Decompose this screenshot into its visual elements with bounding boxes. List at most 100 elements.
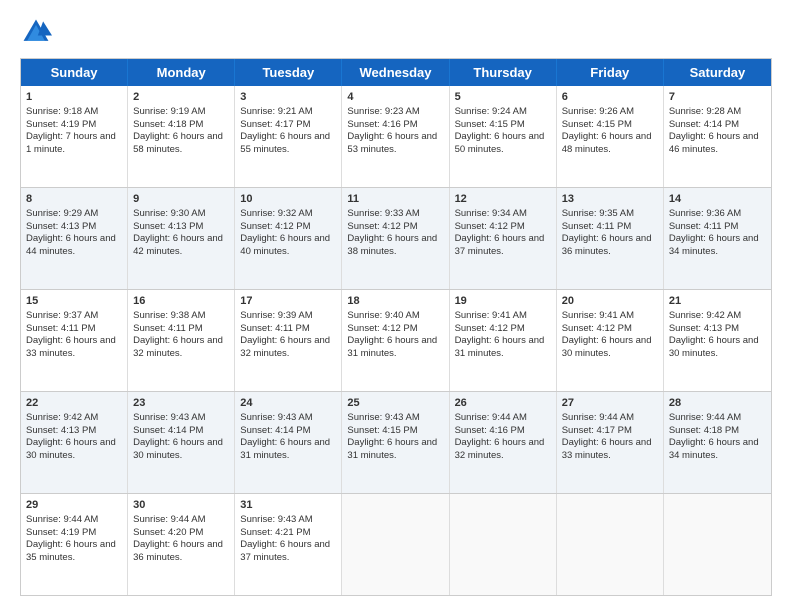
sunrise-text: Sunrise: 9:42 AM	[669, 310, 741, 321]
daylight-text: Daylight: 6 hours and 58 minutes.	[133, 131, 223, 155]
daylight-text: Daylight: 6 hours and 35 minutes.	[26, 539, 116, 563]
header-day-tuesday: Tuesday	[235, 59, 342, 86]
sunset-text: Sunset: 4:14 PM	[240, 425, 310, 436]
day-number: 21	[669, 294, 766, 309]
calendar-cell: 22Sunrise: 9:42 AMSunset: 4:13 PMDayligh…	[21, 392, 128, 493]
calendar-cell: 26Sunrise: 9:44 AM Sunset: 4:16 PMDayligh…	[450, 392, 557, 493]
sunrise-text: Sunrise: 9:23 AM	[347, 106, 419, 117]
day-number: 27	[562, 396, 658, 411]
sunset-text: Sunset: 4:15 PM	[347, 425, 417, 436]
day-number: 4	[347, 90, 443, 105]
day-number: 1	[26, 90, 122, 105]
calendar-cell: 3Sunrise: 9:21 AM Sunset: 4:17 PMDaylight…	[235, 86, 342, 187]
calendar-cell: 14Sunrise: 9:36 AM Sunset: 4:11 PMDayligh…	[664, 188, 771, 289]
day-number: 8	[26, 192, 122, 207]
sunrise-text: Sunrise: 9:44 AM	[562, 412, 634, 423]
day-number: 13	[562, 192, 658, 207]
sunset-text: Sunset: 4:14 PM	[669, 119, 739, 130]
day-number: 30	[133, 498, 229, 513]
sunrise-text: Sunrise: 9:21 AM	[240, 106, 312, 117]
calendar-cell: 12Sunrise: 9:34 AMSunset: 4:12 PMDayligh…	[450, 188, 557, 289]
calendar-cell: 21Sunrise: 9:42 AMSunset: 4:13 PMDayligh…	[664, 290, 771, 391]
daylight-text: Daylight: 6 hours and 38 minutes.	[347, 233, 437, 257]
sunset-text: Sunset: 4:11 PM	[669, 221, 739, 232]
sunset-text: Sunset: 4:12 PM	[455, 221, 525, 232]
sunrise-text: Sunrise: 9:19 AM	[133, 106, 205, 117]
day-number: 14	[669, 192, 766, 207]
calendar-cell: 27Sunrise: 9:44 AMSunset: 4:17 PMDayligh…	[557, 392, 664, 493]
daylight-text: Daylight: 6 hours and 34 minutes.	[669, 437, 759, 461]
sunrise-text: Sunrise: 9:30 AM	[133, 208, 205, 219]
header-day-friday: Friday	[557, 59, 664, 86]
sunset-text: Sunset: 4:17 PM	[562, 425, 632, 436]
daylight-text: Daylight: 6 hours and 32 minutes.	[455, 437, 545, 461]
calendar-cell: 24Sunrise: 9:43 AMSunset: 4:14 PMDayligh…	[235, 392, 342, 493]
sunset-text: Sunset: 4:16 PM	[455, 425, 525, 436]
day-number: 22	[26, 396, 122, 411]
day-number: 19	[455, 294, 551, 309]
daylight-text: Daylight: 6 hours and 55 minutes.	[240, 131, 330, 155]
calendar-cell: 5Sunrise: 9:24 AMSunset: 4:15 PMDaylight…	[450, 86, 557, 187]
sunset-text: Sunset: 4:11 PM	[26, 323, 96, 334]
calendar-cell: 9Sunrise: 9:30 AMSunset: 4:13 PMDaylight…	[128, 188, 235, 289]
sunrise-text: Sunrise: 9:43 AM	[240, 514, 312, 525]
daylight-text: Daylight: 6 hours and 44 minutes.	[26, 233, 116, 257]
sunrise-text: Sunrise: 9:24 AM	[455, 106, 527, 117]
sunset-text: Sunset: 4:16 PM	[347, 119, 417, 130]
daylight-text: Daylight: 6 hours and 34 minutes.	[669, 233, 759, 257]
calendar-cell: 13Sunrise: 9:35 AMSunset: 4:11 PMDayligh…	[557, 188, 664, 289]
sunset-text: Sunset: 4:12 PM	[455, 323, 525, 334]
day-number: 6	[562, 90, 658, 105]
day-number: 31	[240, 498, 336, 513]
day-number: 3	[240, 90, 336, 105]
sunset-text: Sunset: 4:12 PM	[347, 323, 417, 334]
sunrise-text: Sunrise: 9:42 AM	[26, 412, 98, 423]
sunrise-text: Sunrise: 9:44 AM	[669, 412, 741, 423]
day-number: 26	[455, 396, 551, 411]
calendar-cell: 7Sunrise: 9:28 AMSunset: 4:14 PMDaylight…	[664, 86, 771, 187]
day-number: 24	[240, 396, 336, 411]
sunset-text: Sunset: 4:19 PM	[26, 119, 96, 130]
sunrise-text: Sunrise: 9:36 AM	[669, 208, 741, 219]
day-number: 10	[240, 192, 336, 207]
daylight-text: Daylight: 6 hours and 48 minutes.	[562, 131, 652, 155]
sunset-text: Sunset: 4:12 PM	[562, 323, 632, 334]
calendar-cell: 6Sunrise: 9:26 AMSunset: 4:15 PMDaylight…	[557, 86, 664, 187]
calendar-cell: 28Sunrise: 9:44 AMSunset: 4:18 PMDayligh…	[664, 392, 771, 493]
sunrise-text: Sunrise: 9:28 AM	[669, 106, 741, 117]
daylight-text: Daylight: 6 hours and 50 minutes.	[455, 131, 545, 155]
sunset-text: Sunset: 4:13 PM	[26, 425, 96, 436]
sunrise-text: Sunrise: 9:44 AM	[455, 412, 527, 423]
calendar-cell: 1Sunrise: 9:18 AMSunset: 4:19 PMDaylight…	[21, 86, 128, 187]
sunrise-text: Sunrise: 9:18 AM	[26, 106, 98, 117]
daylight-text: Daylight: 6 hours and 42 minutes.	[133, 233, 223, 257]
header	[20, 16, 772, 48]
calendar-cell: 31Sunrise: 9:43 AMSunset: 4:21 PMDayligh…	[235, 494, 342, 595]
header-day-saturday: Saturday	[664, 59, 771, 86]
calendar-body: 1Sunrise: 9:18 AMSunset: 4:19 PMDaylight…	[21, 86, 771, 595]
sunset-text: Sunset: 4:20 PM	[133, 527, 203, 538]
daylight-text: Daylight: 6 hours and 31 minutes.	[240, 437, 330, 461]
daylight-text: Daylight: 6 hours and 32 minutes.	[133, 335, 223, 359]
sunset-text: Sunset: 4:19 PM	[26, 527, 96, 538]
sunrise-text: Sunrise: 9:32 AM	[240, 208, 312, 219]
day-number: 15	[26, 294, 122, 309]
sunset-text: Sunset: 4:15 PM	[562, 119, 632, 130]
calendar-row-3: 15Sunrise: 9:37 AMSunset: 4:11 PMDayligh…	[21, 290, 771, 392]
day-number: 28	[669, 396, 766, 411]
daylight-text: Daylight: 6 hours and 30 minutes.	[133, 437, 223, 461]
calendar-cell: 17Sunrise: 9:39 AMSunset: 4:11 PMDayligh…	[235, 290, 342, 391]
sunset-text: Sunset: 4:17 PM	[240, 119, 310, 130]
daylight-text: Daylight: 6 hours and 37 minutes.	[455, 233, 545, 257]
calendar-cell	[342, 494, 449, 595]
daylight-text: Daylight: 6 hours and 32 minutes.	[240, 335, 330, 359]
logo-icon	[20, 16, 52, 48]
sunrise-text: Sunrise: 9:43 AM	[133, 412, 205, 423]
sunrise-text: Sunrise: 9:33 AM	[347, 208, 419, 219]
header-day-wednesday: Wednesday	[342, 59, 449, 86]
daylight-text: Daylight: 6 hours and 40 minutes.	[240, 233, 330, 257]
calendar-cell: 16Sunrise: 9:38 AMSunset: 4:11 PMDayligh…	[128, 290, 235, 391]
daylight-text: Daylight: 6 hours and 31 minutes.	[347, 437, 437, 461]
calendar-cell	[664, 494, 771, 595]
header-day-thursday: Thursday	[450, 59, 557, 86]
